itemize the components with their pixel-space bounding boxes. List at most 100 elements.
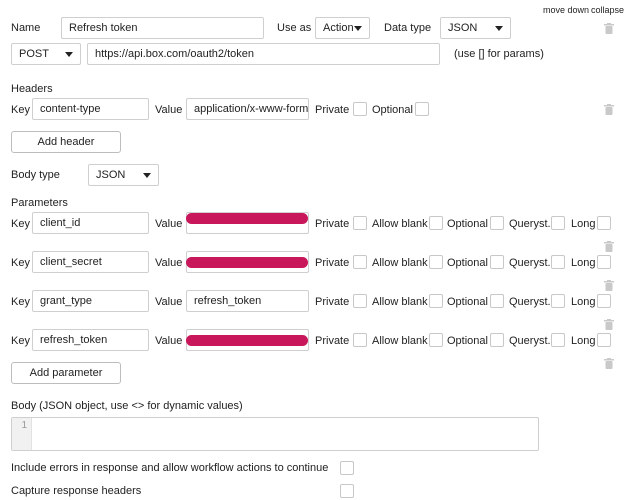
header-private-checkbox[interactable]: [353, 102, 367, 116]
param-value-label: Value: [155, 218, 183, 230]
use-as-value: Action: [323, 22, 354, 34]
chevron-down-icon: [143, 173, 151, 178]
param-private-checkbox[interactable]: [353, 294, 367, 308]
move-down-link[interactable]: move down: [543, 3, 589, 17]
trash-icon[interactable]: [604, 319, 614, 330]
param-key-label: Key: [11, 218, 30, 230]
param-optional-checkbox[interactable]: [490, 294, 504, 308]
param-queryst-checkbox[interactable]: [551, 294, 565, 308]
param-private-label: Private: [315, 218, 350, 230]
param-private-label: Private: [315, 296, 350, 308]
param-allow-blank-label: Allow blank: [372, 335, 428, 347]
param-long-checkbox[interactable]: [597, 216, 611, 230]
param-queryst-label: Queryst.: [509, 257, 551, 269]
param-queryst-checkbox[interactable]: [551, 333, 565, 347]
body-type-value: JSON: [96, 169, 126, 181]
url-hint: (use [] for params): [454, 48, 544, 60]
param-allow-blank-checkbox[interactable]: [429, 333, 443, 347]
method-value: POST: [19, 48, 49, 60]
headers-title: Headers: [11, 83, 53, 95]
param-optional-label: Optional: [447, 296, 488, 308]
param-long-checkbox[interactable]: [597, 294, 611, 308]
param-optional-label: Optional: [447, 218, 488, 230]
add-header-button[interactable]: Add header: [11, 131, 121, 153]
param-private-checkbox[interactable]: [353, 255, 367, 269]
capture-headers-label: Capture response headers: [11, 485, 142, 497]
parameters-title: Parameters: [11, 197, 68, 209]
header-key-label: Key: [11, 104, 30, 116]
param-queryst-label: Queryst.: [509, 296, 551, 308]
name-input[interactable]: Refresh token: [61, 17, 264, 39]
header-value-input[interactable]: application/x-www-form-u: [186, 98, 309, 120]
param-private-checkbox[interactable]: [353, 216, 367, 230]
method-select[interactable]: POST: [11, 43, 81, 65]
param-key-label: Key: [11, 335, 30, 347]
param-value-label: Value: [155, 296, 183, 308]
line-number-gutter: 1: [12, 418, 32, 450]
data-type-select[interactable]: JSON: [440, 17, 511, 39]
param-queryst-checkbox[interactable]: [551, 216, 565, 230]
header-optional-label: Optional: [372, 104, 413, 116]
param-allow-blank-label: Allow blank: [372, 257, 428, 269]
header-private-label: Private: [315, 104, 350, 116]
chevron-down-icon: [65, 52, 73, 57]
include-errors-label: Include errors in response and allow wor…: [11, 462, 329, 474]
param-optional-label: Optional: [447, 257, 488, 269]
body-code-editor[interactable]: 1: [11, 417, 539, 451]
name-label: Name: [11, 22, 41, 34]
redaction-mark: [186, 213, 308, 224]
body-type-label: Body type: [11, 169, 60, 181]
param-optional-checkbox[interactable]: [490, 333, 504, 347]
param-value-input[interactable]: refresh_token: [186, 290, 309, 312]
param-private-label: Private: [315, 335, 350, 347]
param-private-checkbox[interactable]: [353, 333, 367, 347]
param-optional-checkbox[interactable]: [490, 255, 504, 269]
param-key-input[interactable]: client_id: [32, 212, 149, 234]
param-allow-blank-label: Allow blank: [372, 296, 428, 308]
param-private-label: Private: [315, 257, 350, 269]
data-type-value: JSON: [448, 22, 478, 34]
url-input[interactable]: https://api.box.com/oauth2/token: [87, 43, 440, 65]
header-value-label: Value: [155, 104, 183, 116]
capture-headers-checkbox[interactable]: [340, 484, 354, 498]
trash-icon[interactable]: [604, 104, 614, 115]
param-optional-label: Optional: [447, 335, 488, 347]
trash-icon[interactable]: [604, 23, 614, 34]
add-parameter-button[interactable]: Add parameter: [11, 362, 121, 384]
chevron-down-icon: [495, 26, 503, 31]
param-allow-blank-checkbox[interactable]: [429, 255, 443, 269]
param-allow-blank-checkbox[interactable]: [429, 294, 443, 308]
collapse-link[interactable]: collapse: [591, 3, 624, 17]
trash-icon[interactable]: [604, 241, 614, 252]
param-key-label: Key: [11, 257, 30, 269]
header-optional-checkbox[interactable]: [415, 102, 429, 116]
param-queryst-label: Queryst.: [509, 218, 551, 230]
body-label: Body (JSON object, use <> for dynamic va…: [11, 400, 243, 412]
param-long-checkbox[interactable]: [597, 333, 611, 347]
header-key-input[interactable]: content-type: [32, 98, 149, 120]
use-as-select[interactable]: Action: [315, 17, 370, 39]
param-key-input[interactable]: refresh_token: [32, 329, 149, 351]
data-type-label: Data type: [384, 22, 432, 34]
param-allow-blank-label: Allow blank: [372, 218, 428, 230]
trash-icon[interactable]: [604, 358, 614, 369]
param-long-label: Long: [571, 335, 596, 347]
param-long-label: Long: [571, 296, 596, 308]
redaction-mark: [186, 257, 308, 268]
param-long-checkbox[interactable]: [597, 255, 611, 269]
include-errors-checkbox[interactable]: [340, 461, 354, 475]
param-long-label: Long: [571, 257, 596, 269]
param-optional-checkbox[interactable]: [490, 216, 504, 230]
param-value-label: Value: [155, 257, 183, 269]
body-type-select[interactable]: JSON: [88, 164, 159, 186]
line-number: 1: [21, 420, 27, 431]
param-key-label: Key: [11, 296, 30, 308]
param-long-label: Long: [571, 218, 596, 230]
param-queryst-checkbox[interactable]: [551, 255, 565, 269]
param-key-input[interactable]: client_secret: [32, 251, 149, 273]
trash-icon[interactable]: [604, 280, 614, 291]
use-as-label: Use as: [277, 22, 312, 34]
param-allow-blank-checkbox[interactable]: [429, 216, 443, 230]
param-key-input[interactable]: grant_type: [32, 290, 149, 312]
redaction-mark: [186, 335, 308, 346]
